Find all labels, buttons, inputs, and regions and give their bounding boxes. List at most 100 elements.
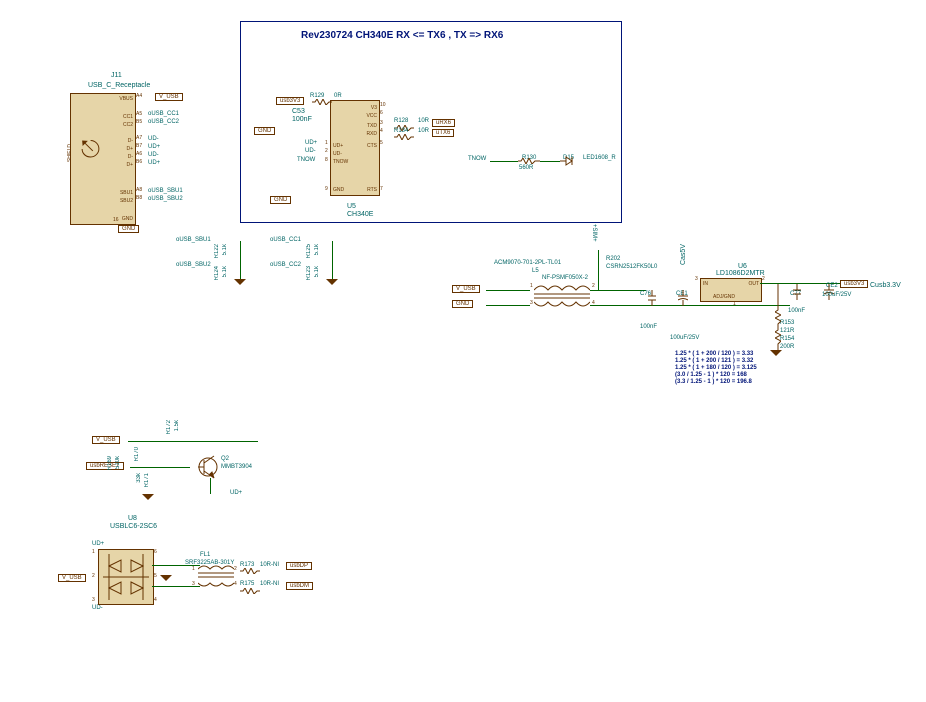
r124: R124 [214,266,220,280]
r153: R153 [780,320,794,326]
ch-v3: V3 [371,105,377,111]
p-dp2: D+ [126,162,133,168]
reg-adj: ADJ/GND [713,294,735,300]
reg-ref: U6 [738,263,747,270]
c53: C53 [292,108,305,115]
esd-udp: UD+ [92,541,104,547]
esd-p6: 6 [154,549,157,555]
gnd-icon [160,575,172,581]
ch-udp: UD+ [333,143,343,149]
resistor-chain-icon [775,284,781,350]
pn-b8: B8 [136,195,142,201]
r172v: 1.5k [174,420,180,431]
cm-ref: L5 [532,268,539,274]
psu-cls: Cusb3.3V [870,282,901,289]
pn-a5: A5 [136,111,142,117]
shield-lbl: SHIELD [67,144,73,162]
pn-gnd: 9 [325,186,328,192]
ch-gndnet: GND [254,127,275,135]
fl-p4: 4 [234,581,237,587]
fl1: FL1 [200,552,210,558]
calc-0: 1.25 * ( 1 + 200 / 120 ) = 3.33 [675,351,757,358]
esd-body [98,549,154,605]
c77v: 100nF [788,308,805,314]
p-sbu1: SBU1 [120,190,133,196]
r130v: 560R [519,165,533,171]
r173v: 10R-NI [260,562,279,568]
wire [240,241,241,279]
p-cc2: CC2 [123,122,133,128]
fl-p1: 1 [192,566,195,572]
wire [590,290,646,291]
calc-3: (3.0 / 1.25 - 1 ) * 120 = 168 [675,372,757,379]
r172: R172 [166,420,172,434]
esd-p4: 4 [154,597,157,603]
net-vusb: V_USB [155,93,183,101]
c76v: 100nF [640,324,657,330]
r128v: 10R [418,118,429,124]
cm-name: ACM9070-701-2PL-TL01 [494,260,561,266]
polarized-cap-icon [678,290,688,306]
resistor-icon [394,134,414,140]
pn-adj: 1 [733,301,736,307]
pn-in: 3 [695,276,698,282]
r125: R125 [306,244,312,258]
wire [598,250,599,290]
pn-a4: A4 [136,93,142,99]
wire [490,161,518,162]
calc-1: 1.25 * ( 1 + 200 / 121 ) = 3.32 [675,358,757,365]
ce2v: 100uF/25V [822,292,851,298]
r202n: CSRN2512FK50L0 [606,264,657,270]
net-utx6: uTX6 [432,129,454,137]
pn-b6: B6 [136,159,142,165]
p-dp: D+ [126,146,133,152]
lbl-udm: UD- [305,148,316,154]
pn-rxd: 4 [380,128,383,134]
r122v: 5.1k [222,244,228,255]
r170: R170 [134,447,140,461]
net-gnd-usb: GND [118,225,139,233]
ch-ref: U5 [347,203,356,210]
r169: R169 [107,456,113,470]
capacitor-icon [793,284,801,300]
net-urx6: uRX6 [432,119,455,127]
gnd-icon [142,494,154,500]
resistor-icon [312,99,332,105]
wire [486,290,530,291]
ch-txd: TXD [367,123,377,129]
wire [540,161,560,162]
pn-cts: 5 [380,140,383,146]
rst-vusb: V_USB [92,436,120,444]
esd-p5: 5 [154,573,157,579]
r122: R122 [214,244,220,258]
p-gnd: GND [122,216,133,222]
calc-block: 1.25 * ( 1 + 200 / 120 ) = 3.33 1.25 * (… [675,351,757,386]
pn-tnow: 8 [325,157,328,163]
pn-b5: B5 [136,119,142,125]
ch-cts: CTS [367,143,377,149]
p-sbu2: SBU2 [120,198,133,204]
r123: R123 [306,266,312,280]
rst-ud: UD+ [230,490,242,496]
net-udm2: UD- [148,152,159,158]
r153v: 121R [780,328,794,334]
p-vbus: VBUS [119,96,133,102]
ch-gnd: GND [333,187,344,193]
r169v: 510k [115,456,121,469]
usbdp: usbDP [286,562,312,570]
p-cc1: CC1 [123,114,133,120]
wire [210,478,211,494]
q2n: MMBT3904 [221,464,252,470]
pn-a6: A6 [136,151,142,157]
net-udp: UD+ [148,144,160,150]
tnow-lbl: TNOW [468,156,486,162]
p-dn2: D- [128,154,133,160]
esd-vusb: V_USB [58,574,86,582]
sbu1: oUSB_SBU1 [176,237,211,243]
sbu2: oUSB_SBU2 [176,262,211,268]
ch-name: CH340E [347,211,373,218]
ch-udm: UD- [333,151,342,157]
resistor-icon [518,158,540,164]
r154: R154 [780,336,794,342]
r134v: 10R [418,128,429,134]
